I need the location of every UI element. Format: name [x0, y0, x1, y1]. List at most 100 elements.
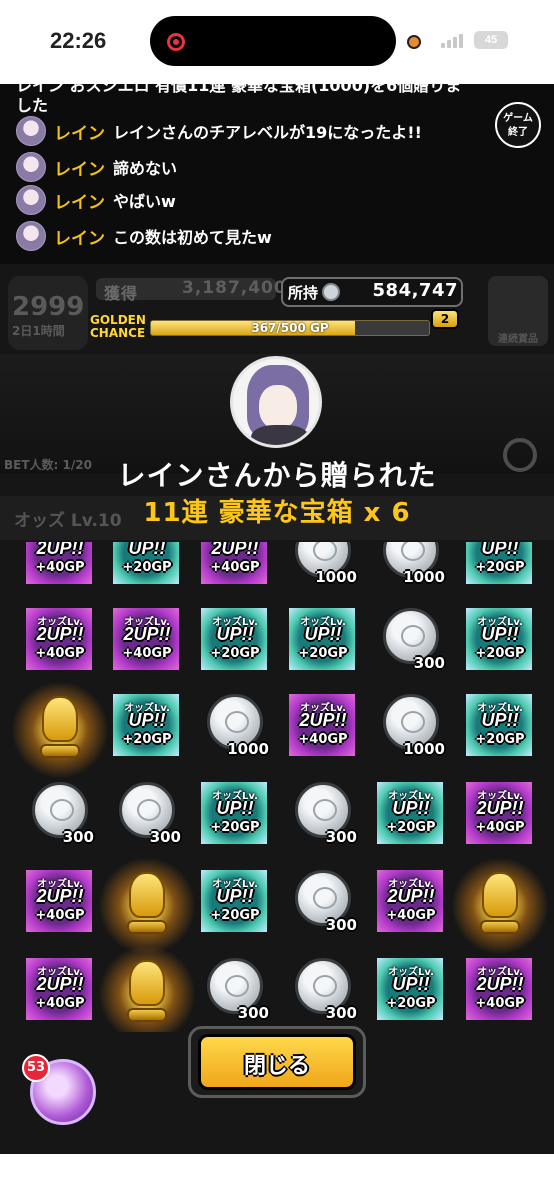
coin-reward: 1000: [195, 690, 275, 770]
badge-text: 2UP!!: [476, 974, 524, 994]
earned-label: 獲得: [104, 284, 139, 303]
chat-user-name: レイン: [54, 123, 105, 144]
badge-text: +20GP: [210, 908, 260, 923]
odds-2up-badge: オッズLv.2UP!!+40GP: [107, 604, 187, 684]
odds-2up-badge: オッズLv.2UP!!+40GP: [20, 604, 100, 684]
badge-text: UP!!: [481, 710, 519, 730]
odds-2up-badge: オッズLv.2UP!!+40GP: [195, 542, 275, 598]
badge-text: +40GP: [122, 646, 172, 661]
coin-reward: 300: [283, 954, 363, 1032]
coin-amount: 1000: [403, 568, 445, 586]
avatar: [16, 116, 46, 146]
chat-message: レイン 諦めない: [16, 152, 177, 182]
coin-amount: 300: [325, 1004, 357, 1022]
coin-amount: 300: [149, 828, 181, 846]
status-time: 22:26: [50, 28, 107, 53]
streak-reward-label: 連続賞品: [498, 334, 538, 345]
badge-text: +40GP: [298, 732, 348, 747]
badge-text: UP!!: [481, 624, 519, 644]
badge-text: UP!!: [392, 974, 430, 994]
dynamic-island: [150, 16, 396, 66]
badge-text: +20GP: [122, 560, 172, 575]
badge-text: 2UP!!: [387, 886, 435, 906]
odds-2up-badge: オッズLv.2UP!!+40GP: [371, 866, 451, 946]
game-screen: レイン おスシエロ 有償11連 豪華な宝箱(1000)を6個贈りま した ゲーム…: [0, 84, 554, 1154]
badge-text: +40GP: [35, 560, 85, 575]
badge-text: +40GP: [35, 908, 85, 923]
chat-text: レインさんのチアレベルが19になったよ!!: [113, 123, 422, 142]
badge-text: 2UP!!: [36, 624, 84, 644]
coin-reward: 300: [371, 604, 451, 684]
badge-text: +20GP: [122, 732, 172, 747]
odds-up-badge: オッズLv.UP!!+20GP: [195, 866, 275, 946]
coin-amount: 300: [237, 1004, 269, 1022]
badge-text: 2UP!!: [36, 974, 84, 994]
badge-text: +20GP: [210, 820, 260, 835]
coin-icon: [322, 283, 340, 301]
avatar: [16, 221, 46, 251]
chat-user-name: レイン: [54, 228, 105, 249]
signal-icon: [441, 32, 467, 48]
coin-amount: 300: [325, 916, 357, 934]
chat-user-name: レイン: [54, 192, 105, 213]
badge-text: +40GP: [475, 820, 525, 835]
badge-text: +40GP: [35, 646, 85, 661]
badge-text: 2UP!!: [123, 624, 171, 644]
badge-text: +40GP: [210, 560, 260, 575]
odds-up-badge: オッズLv.UP!!+20GP: [195, 604, 275, 684]
coin-reward: 300: [283, 866, 363, 946]
gp-level-badge: 2: [431, 309, 459, 329]
coin-reward: 300: [195, 954, 275, 1032]
coin-reward: 1000: [371, 690, 451, 770]
badge-text: UP!!: [216, 886, 254, 906]
odds-up-badge: オッズLv.UP!!+20GP: [371, 778, 451, 858]
orange-dot-icon: [407, 35, 421, 49]
coin-amount: 300: [62, 828, 94, 846]
badge-text: +20GP: [386, 996, 436, 1011]
earned-value: 3,187,400: [182, 278, 287, 298]
odds-2up-badge: オッズLv.2UP!!+40GP: [283, 690, 363, 770]
holding-value: 584,747: [372, 280, 458, 301]
odds-2up-badge: オッズLv.2UP!!+40GP: [460, 778, 540, 858]
odds-2up-badge: オッズLv.2UP!!+40GP: [460, 954, 540, 1032]
odds-2up-badge: オッズLv.2UP!!+40GP: [20, 866, 100, 946]
recording-indicator-icon: [167, 33, 185, 51]
rank-subtitle: 2日1時間: [12, 324, 65, 338]
coin-amount: 1000: [227, 740, 269, 758]
badge-text: +20GP: [386, 820, 436, 835]
status-bar: 22:26 45: [0, 0, 554, 84]
chat-message: レイン やばいw: [16, 185, 176, 215]
odds-up-badge: オッズLv.UP!!+20GP: [107, 542, 187, 598]
gift-item-name: 11連 豪華な宝箱 x 6: [143, 498, 411, 528]
badge-text: UP!!: [128, 710, 166, 730]
coin-amount: 1000: [403, 740, 445, 758]
avatar: [16, 152, 46, 182]
chat-partial-message: レイン おスシエロ 有償11連 豪華な宝箱(1000)を6個贈りま した: [16, 84, 462, 115]
badge-text: UP!!: [392, 798, 430, 818]
badge-text: +20GP: [210, 646, 260, 661]
golden-trophy-reward: [452, 856, 548, 956]
odds-up-badge: オッズLv.UP!!+20GP: [460, 542, 540, 598]
odds-up-badge: オッズLv.UP!!+20GP: [371, 954, 451, 1032]
badge-text: +20GP: [475, 560, 525, 575]
badge-text: 2UP!!: [36, 542, 84, 558]
battery-icon: 45: [474, 31, 508, 49]
odds-up-badge: オッズLv.UP!!+20GP: [460, 604, 540, 684]
badge-text: +20GP: [475, 732, 525, 747]
coin-amount: 300: [413, 654, 445, 672]
coin-reward: 300: [283, 778, 363, 858]
badge-text: UP!!: [216, 798, 254, 818]
odds-up-badge: オッズLv.UP!!+20GP: [107, 690, 187, 770]
game-end-button[interactable]: ゲーム 終了: [495, 102, 541, 148]
gift-title: レインさんから贈られた: [117, 459, 437, 492]
chat-text: 諦めない: [113, 159, 178, 178]
badge-text: +40GP: [386, 908, 436, 923]
badge-text: 2UP!!: [476, 798, 524, 818]
odds-2up-badge: オッズLv.2UP!!+40GP: [20, 954, 100, 1032]
close-button-label: 閉じる: [243, 1054, 310, 1079]
badge-text: UP!!: [304, 624, 342, 644]
golden-trophy-reward: [99, 944, 195, 1032]
chat-text: この数は初めて見たw: [113, 228, 272, 247]
badge-text: 2UP!!: [36, 886, 84, 906]
odds-up-badge: オッズLv.UP!!+20GP: [283, 604, 363, 684]
